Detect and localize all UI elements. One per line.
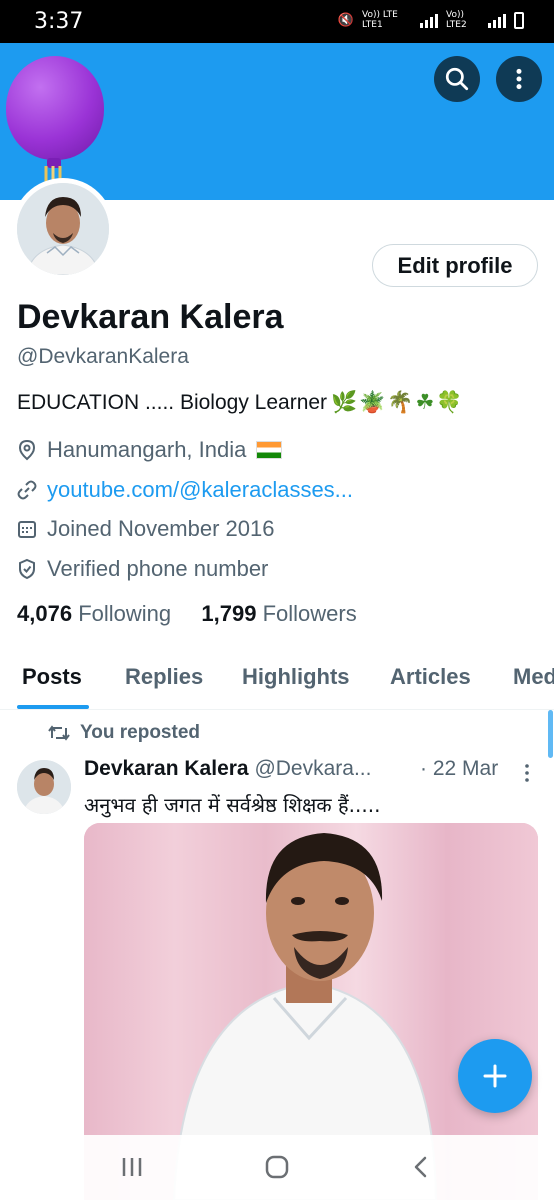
plus-icon: [483, 1064, 507, 1088]
profile-name: Devkaran Kalera: [17, 298, 284, 336]
balloon-icon: [6, 56, 104, 160]
post-more-icon[interactable]: [518, 763, 536, 783]
following-count: 4,076: [17, 601, 73, 626]
post-header: Devkaran Kalera @Devkara... · 22 Mar: [84, 757, 534, 781]
followers-count: 1,799: [201, 601, 257, 626]
recent-apps-icon[interactable]: [120, 1155, 144, 1179]
signal-1-icon: [420, 12, 438, 28]
status-icons: 🔇 Vo)) LTE LTE1 Vo)) LTE2: [338, 10, 524, 30]
tab-media[interactable]: Media: [513, 664, 554, 690]
back-icon[interactable]: [410, 1155, 432, 1179]
bio-emojis: 🌿🪴🌴☘🍀: [331, 390, 465, 414]
search-button[interactable]: [434, 56, 480, 102]
tab-articles[interactable]: Articles: [390, 664, 471, 690]
location-text: Hanumangarh, India: [47, 437, 247, 462]
location-pin-icon: [18, 439, 36, 461]
calendar-icon: [18, 521, 36, 538]
status-bar: 3:37 🔇 Vo)) LTE LTE1 Vo)) LTE2: [0, 0, 554, 43]
battery-icon: [514, 11, 524, 29]
mute-icon: 🔇: [337, 12, 354, 28]
edit-profile-button[interactable]: Edit profile: [372, 244, 538, 287]
bio-text: EDUCATION ..... Biology Learner: [17, 391, 328, 414]
india-flag-icon: [256, 441, 283, 459]
followers-link[interactable]: 1,799 Followers: [201, 601, 356, 626]
tab-replies[interactable]: Replies: [125, 664, 203, 690]
profile-bio: EDUCATION ..... Biology Learner 🌿🪴🌴☘🍀: [17, 390, 464, 415]
post-author-name[interactable]: Devkaran Kalera: [84, 757, 249, 780]
repost-icon: [48, 725, 70, 741]
signal-2-icon: [488, 12, 506, 28]
scrollbar[interactable]: [548, 710, 553, 758]
joined-text: Joined November 2016: [47, 516, 275, 541]
network-2-label: Vo)) LTE2: [446, 10, 467, 30]
following-link[interactable]: 4,076 Following: [17, 601, 171, 626]
profile-avatar[interactable]: [12, 178, 114, 280]
joined-row: Joined November 2016: [17, 516, 274, 542]
status-time: 3:37: [34, 9, 84, 34]
verified-row: Verified phone number: [17, 556, 268, 582]
post-date[interactable]: · 22 Mar: [420, 757, 498, 781]
profile-tabs: Posts Replies Highlights Articles Media: [0, 650, 554, 710]
home-icon[interactable]: [264, 1155, 290, 1179]
avatar-photo: [17, 183, 109, 275]
website-link[interactable]: youtube.com/@kaleraclasses...: [47, 477, 353, 503]
post-author-handle[interactable]: @Devkara...: [254, 757, 371, 780]
compose-post-button[interactable]: [458, 1039, 532, 1113]
search-icon: [445, 67, 469, 91]
more-options-button[interactable]: [496, 56, 542, 102]
post-author-avatar[interactable]: [17, 760, 71, 814]
repost-label: You reposted: [80, 722, 200, 743]
following-label: Following: [78, 601, 172, 626]
post-text: अनुभव ही जगत में सर्वश्रेष्ठ शिक्षक हैं.…: [84, 793, 381, 817]
repost-indicator: You reposted: [48, 722, 200, 744]
tab-highlights[interactable]: Highlights: [242, 664, 350, 690]
followers-label: Followers: [262, 601, 357, 626]
active-tab-indicator: [17, 705, 89, 709]
link-icon: [17, 480, 37, 500]
system-nav-bar: [0, 1135, 554, 1200]
location-row: Hanumangarh, India: [17, 437, 283, 463]
tab-posts[interactable]: Posts: [22, 664, 82, 690]
verified-text: Verified phone number: [47, 556, 269, 581]
network-1-label: Vo)) LTE LTE1: [362, 10, 398, 30]
profile-handle: @DevkaranKalera: [17, 345, 189, 368]
follow-stats: 4,076 Following 1,799 Followers: [17, 601, 357, 627]
website-row[interactable]: youtube.com/@kaleraclasses...: [17, 477, 353, 503]
more-vertical-icon: [516, 68, 522, 90]
shield-check-icon: [19, 558, 35, 580]
